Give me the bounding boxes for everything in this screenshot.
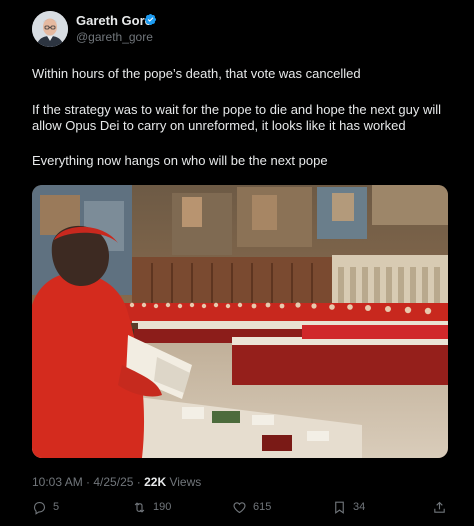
views-count: 22K	[144, 475, 167, 489]
bookmark-button[interactable]: 34	[332, 498, 365, 516]
sistine-chapel-photo	[32, 185, 448, 458]
heart-icon	[233, 501, 246, 513]
post-meta: 10:03 AM · 4/25/25 · 22K Views	[32, 475, 201, 489]
reply-button[interactable]: 5	[32, 498, 59, 516]
post-date[interactable]: 4/25/25	[93, 475, 133, 489]
post-paragraph: Everything now hangs on who will be the …	[32, 153, 328, 168]
like-count: 615	[253, 501, 272, 513]
post-image[interactable]	[32, 185, 448, 458]
post-time[interactable]: 10:03 AM	[32, 475, 83, 489]
meta-separator: ·	[133, 475, 145, 489]
reply-icon	[33, 501, 46, 515]
avatar[interactable]	[32, 11, 68, 47]
author-handle[interactable]: @gareth_gore	[76, 30, 153, 44]
share-icon	[434, 501, 445, 513]
action-bar: 5 190 615 34	[0, 498, 474, 518]
reply-count: 5	[53, 501, 60, 513]
repost-button[interactable]: 190	[132, 498, 171, 516]
verified-badge-icon	[144, 13, 157, 26]
repost-icon	[134, 501, 145, 513]
author-display-name[interactable]: Gareth Gore	[76, 13, 152, 28]
post-card: Gareth Gore @gareth_gore Within hours of…	[0, 0, 474, 526]
like-button[interactable]: 615	[232, 498, 271, 516]
bookmark-count: 34	[353, 501, 366, 513]
meta-separator: ·	[82, 475, 94, 489]
views-label: Views	[166, 475, 202, 489]
post-paragraph: If the strategy was to wait for the pope…	[32, 102, 442, 133]
avatar-image	[32, 11, 68, 47]
repost-count: 190	[153, 501, 172, 513]
post-paragraph: Within hours of the pope’s death, that v…	[32, 66, 361, 81]
bookmark-icon	[335, 501, 344, 514]
share-button[interactable]	[432, 498, 447, 516]
